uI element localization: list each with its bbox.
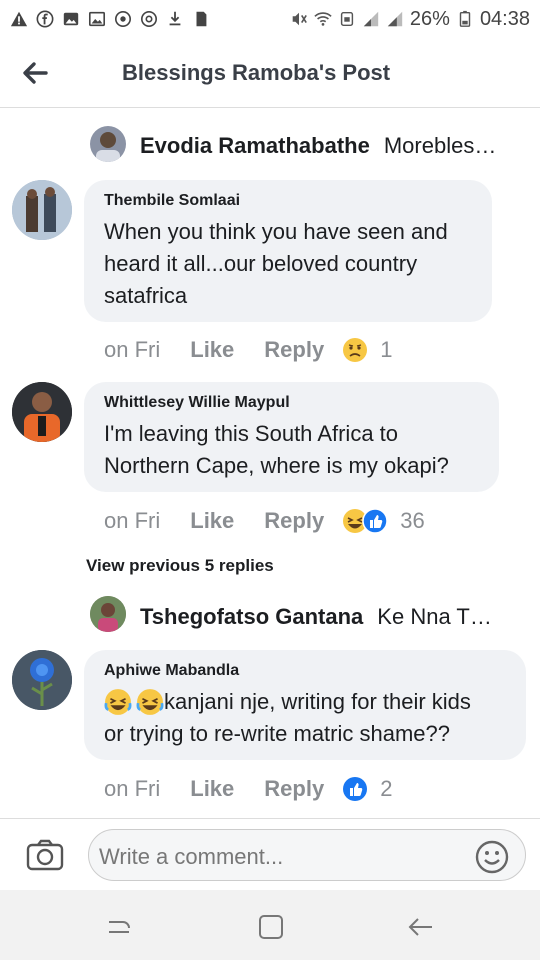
comment-text: kanjani nje, writing for their kids or t…	[104, 689, 471, 746]
avatar-photo-icon	[96, 132, 120, 162]
reply-preview: Morebles…	[383, 133, 497, 158]
comment-bubble[interactable]: Thembile Somlaai When you think you have…	[84, 180, 492, 322]
camera-settings-icon	[114, 10, 132, 28]
tears-of-joy-emoji-icon	[136, 689, 164, 715]
collapsed-reply[interactable]: Evodia Ramathabathe Morebles…	[140, 133, 520, 159]
gallery-icon	[63, 12, 79, 26]
view-previous-replies[interactable]: View previous 5 replies	[86, 556, 274, 576]
comment-time: on Fri	[104, 337, 161, 362]
comment-time: on Fri	[104, 776, 161, 801]
comment-time: on Fri	[104, 508, 161, 533]
wifi-icon	[314, 12, 332, 26]
home-icon[interactable]	[256, 912, 286, 942]
like-reaction-icon[interactable]	[342, 776, 368, 802]
comment-text: When you think you have seen and heard i…	[104, 219, 448, 308]
comment-author[interactable]: Aphiwe Mabandla	[104, 662, 506, 680]
comment-meta: on Fri Like Reply 1	[104, 337, 392, 363]
reply-author: Tshegofatso Gantana	[140, 604, 364, 629]
sd-card-icon	[196, 11, 207, 27]
reaction-count[interactable]: 2	[380, 776, 392, 802]
camera-icon[interactable]	[26, 839, 64, 871]
sad-reaction-icon[interactable]	[342, 337, 368, 363]
reaction-count[interactable]: 1	[380, 337, 392, 363]
reply-button[interactable]: Reply	[264, 776, 324, 802]
signal2-icon	[387, 11, 403, 27]
avatar-photo-icon	[12, 180, 72, 240]
reaction-count[interactable]: 36	[400, 508, 424, 534]
signal-icon	[363, 11, 379, 27]
recent-apps-icon[interactable]	[104, 912, 134, 942]
comment-input[interactable]: Write a comment...	[88, 829, 526, 881]
android-nav-bar	[0, 890, 540, 960]
battery-icon	[459, 10, 471, 27]
reply-preview: Ke Nna T…	[377, 604, 492, 629]
like-reaction-icon[interactable]	[362, 508, 388, 534]
emoji-icon[interactable]	[475, 840, 509, 874]
reply-button[interactable]: Reply	[264, 508, 324, 534]
comment-meta: on Fri Like Reply 2	[104, 776, 392, 802]
tears-of-joy-emoji-icon	[104, 689, 132, 715]
mute-icon	[292, 12, 307, 26]
back-icon[interactable]	[406, 912, 436, 942]
avatar[interactable]	[12, 180, 72, 240]
avatar[interactable]	[12, 650, 72, 710]
post-header: Blessings Ramoba's Post	[0, 38, 540, 108]
comment-placeholder: Write a comment...	[99, 844, 284, 869]
like-button[interactable]: Like	[190, 337, 234, 363]
sim-icon	[340, 11, 354, 27]
comment-author[interactable]: Thembile Somlaai	[104, 192, 472, 210]
back-arrow-icon[interactable]	[20, 58, 50, 88]
page-title: Blessings Ramoba's Post	[122, 60, 391, 85]
comment-composer: Write a comment...	[0, 818, 540, 890]
image-icon	[88, 11, 106, 27]
comment-bubble[interactable]: Aphiwe Mabandla kanjani nje, writing for…	[84, 650, 526, 760]
comment-author[interactable]: Whittlesey Willie Maypul	[104, 394, 479, 412]
comment-meta: on Fri Like Reply 36	[104, 508, 425, 534]
download-icon	[169, 11, 181, 26]
reply-author: Evodia Ramathabathe	[140, 133, 370, 158]
avatar[interactable]	[12, 382, 72, 442]
status-bar: 26% 04:38	[0, 0, 540, 38]
avatar-photo-icon	[12, 382, 72, 442]
facebook-icon	[36, 10, 54, 28]
comment-text: I'm leaving this South Africa to Norther…	[104, 421, 449, 478]
warning-icon	[10, 11, 28, 27]
like-button[interactable]: Like	[190, 508, 234, 534]
battery-percent: 26%	[409, 7, 450, 30]
avatar[interactable]	[90, 596, 126, 632]
collapsed-reply[interactable]: Tshegofatso Gantana Ke Nna T…	[140, 604, 520, 630]
avatar[interactable]	[90, 126, 126, 162]
reply-button[interactable]: Reply	[264, 337, 324, 363]
comment-bubble[interactable]: Whittlesey Willie Maypul I'm leaving thi…	[84, 382, 499, 492]
avatar-photo-icon	[90, 596, 126, 632]
avatar-photo-icon	[12, 650, 72, 710]
clock: 04:38	[479, 7, 530, 30]
like-button[interactable]: Like	[190, 776, 234, 802]
sync-icon	[140, 10, 158, 28]
